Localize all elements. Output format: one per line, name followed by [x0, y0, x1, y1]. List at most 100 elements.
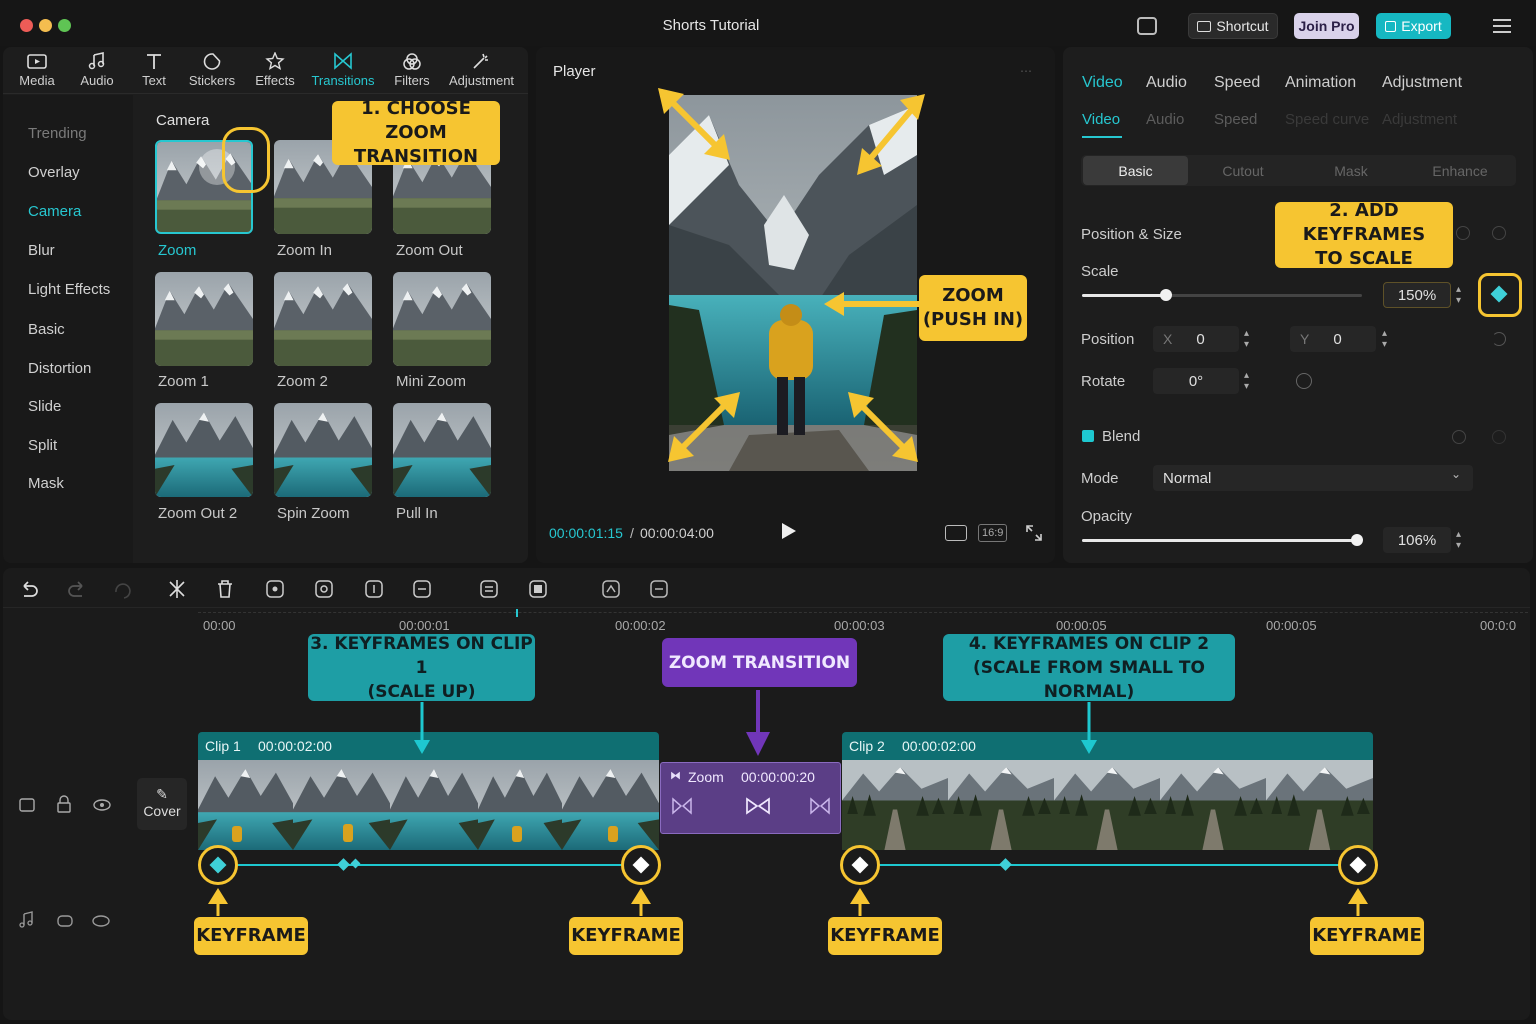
tool-media[interactable]: Media [5, 52, 69, 88]
segment-mask[interactable]: Mask [1298, 156, 1404, 185]
split-icon[interactable] [166, 578, 188, 600]
magnet-icon[interactable] [600, 578, 622, 600]
subtab-adjustment[interactable]: Adjustment [1382, 111, 1457, 128]
x-stepper[interactable]: ▴ ▾ [1244, 328, 1249, 350]
redo-icon[interactable] [66, 578, 88, 600]
transition-mini-zoom[interactable] [393, 272, 491, 366]
playhead-marker[interactable] [516, 609, 518, 617]
callout-add-keyframes: 2. ADD KEYFRAMES TO SCALE [1275, 200, 1453, 269]
category-blur[interactable]: Blur [28, 242, 55, 259]
position-size-reset-icon[interactable] [1456, 226, 1470, 240]
subtab-audio[interactable]: Audio [1146, 111, 1184, 128]
transition-zoom-1[interactable] [155, 272, 253, 366]
scale-stepper[interactable]: ▴ ▾ [1456, 284, 1461, 306]
shortcut-button[interactable]: Shortcut [1188, 13, 1278, 39]
maximize-window-button[interactable] [58, 19, 71, 32]
cover-button[interactable]: ✎ Cover [137, 778, 187, 830]
prop-tab-adjustment[interactable]: Adjustment [1382, 74, 1462, 92]
subtab-speed[interactable]: Speed [1214, 111, 1257, 128]
scale-slider[interactable] [1082, 289, 1362, 301]
reverse-icon[interactable] [313, 578, 335, 600]
minimize-window-button[interactable] [39, 19, 52, 32]
timecode-6: 00:0:0 [1480, 618, 1517, 633]
transition-zoom-out-2[interactable] [155, 403, 253, 497]
window-title: Shorts Tutorial [662, 17, 760, 34]
track-lock-icon[interactable] [56, 795, 74, 815]
fullscreen-preview-icon[interactable] [945, 525, 967, 541]
scale-slider-handle[interactable] [1160, 289, 1172, 301]
tool-adjustment[interactable]: Adjustment [449, 52, 514, 88]
category-distortion[interactable]: Distortion [28, 360, 91, 377]
tool-stickers[interactable]: Stickers [180, 52, 244, 88]
prop-tab-speed[interactable]: Speed [1214, 74, 1260, 92]
category-overlay[interactable]: Overlay [28, 164, 80, 181]
tool-transitions[interactable]: Transitions [311, 52, 375, 88]
play-icon[interactable] [782, 523, 796, 539]
player-menu-icon[interactable]: ⋯ [1020, 64, 1032, 78]
track-hide-icon[interactable] [18, 795, 36, 815]
subtab-speed-curve[interactable]: Speed curve [1285, 111, 1369, 128]
crop-icon[interactable] [478, 578, 500, 600]
freeze-icon[interactable] [264, 578, 286, 600]
scale-input[interactable]: 150% [1383, 282, 1451, 308]
opacity-input[interactable]: 106% [1383, 527, 1451, 553]
opacity-slider[interactable] [1082, 534, 1364, 546]
rotate-dial-icon[interactable] [1296, 373, 1312, 389]
y-stepper[interactable]: ▴ ▾ [1382, 328, 1387, 350]
expand-icon[interactable] [1025, 524, 1043, 542]
prop-tab-animation[interactable]: Animation [1285, 74, 1356, 92]
position-y-input[interactable]: Y 0 [1290, 326, 1376, 352]
transition-spin-zoom[interactable] [274, 403, 372, 497]
prop-tab-video[interactable]: Video [1082, 74, 1123, 92]
position-reset-icon[interactable] [1492, 332, 1506, 346]
close-window-button[interactable] [20, 19, 33, 32]
transition-zoom-2[interactable] [274, 272, 372, 366]
category-camera[interactable]: Camera [28, 203, 81, 220]
segment-enhance[interactable]: Enhance [1406, 156, 1514, 185]
tool-effects[interactable]: Effects [243, 52, 307, 88]
tool-audio[interactable]: Audio [65, 52, 129, 88]
subtab-video[interactable]: Video [1082, 111, 1120, 128]
category-trending[interactable]: Trending [28, 125, 87, 142]
tool-stickers-label: Stickers [188, 73, 236, 88]
tool-filters[interactable]: Filters [380, 52, 444, 88]
blend-reset-icon[interactable] [1452, 430, 1466, 444]
blend-checkbox[interactable] [1082, 430, 1094, 442]
category-slide[interactable]: Slide [28, 398, 61, 415]
link-icon[interactable] [648, 578, 670, 600]
position-size-keyframe-icon[interactable] [1492, 226, 1506, 240]
highlight-ring-zoom [222, 127, 270, 193]
undo-icon[interactable] [18, 578, 40, 600]
category-mask[interactable]: Mask [28, 475, 64, 492]
mode-select[interactable]: Normal ⌄ [1153, 465, 1473, 491]
track-visibility-icon[interactable] [92, 795, 112, 815]
category-basic[interactable]: Basic [28, 321, 65, 338]
label-zoom-out: Zoom Out [396, 242, 463, 259]
prop-tab-audio[interactable]: Audio [1146, 74, 1187, 92]
category-split[interactable]: Split [28, 437, 57, 454]
redo-2-icon[interactable] [112, 578, 134, 600]
rotate-clip-icon[interactable] [411, 578, 433, 600]
delete-icon[interactable] [214, 578, 236, 600]
menu-icon[interactable] [1493, 19, 1511, 33]
join-pro-button[interactable]: Join Pro [1294, 13, 1359, 39]
segment-basic[interactable]: Basic [1083, 156, 1188, 185]
aspect-ratio-button[interactable]: 16:9 [978, 524, 1008, 542]
position-x-input[interactable]: X 0 [1153, 326, 1239, 352]
tool-text[interactable]: Text [122, 52, 186, 88]
blend-keyframe-icon[interactable] [1492, 430, 1506, 444]
layout-icon[interactable] [1137, 17, 1157, 35]
category-light-effects[interactable]: Light Effects [28, 281, 110, 298]
time-separator: / [630, 525, 634, 541]
blend-label: Blend [1102, 428, 1141, 445]
export-button[interactable]: Export [1376, 13, 1451, 39]
rotate-stepper[interactable]: ▴ ▾ [1244, 370, 1249, 392]
mirror-icon[interactable] [363, 578, 385, 600]
label-zoom-in: Zoom In [277, 242, 333, 259]
rotate-input[interactable]: 0° [1153, 368, 1239, 394]
keyframe-toggle-icon[interactable] [527, 578, 549, 600]
keyframe-label-1: KEYFRAME [194, 917, 308, 955]
segment-cutout[interactable]: Cutout [1190, 156, 1296, 185]
opacity-stepper[interactable]: ▴ ▾ [1456, 529, 1461, 551]
transition-pull-in[interactable] [393, 403, 491, 497]
